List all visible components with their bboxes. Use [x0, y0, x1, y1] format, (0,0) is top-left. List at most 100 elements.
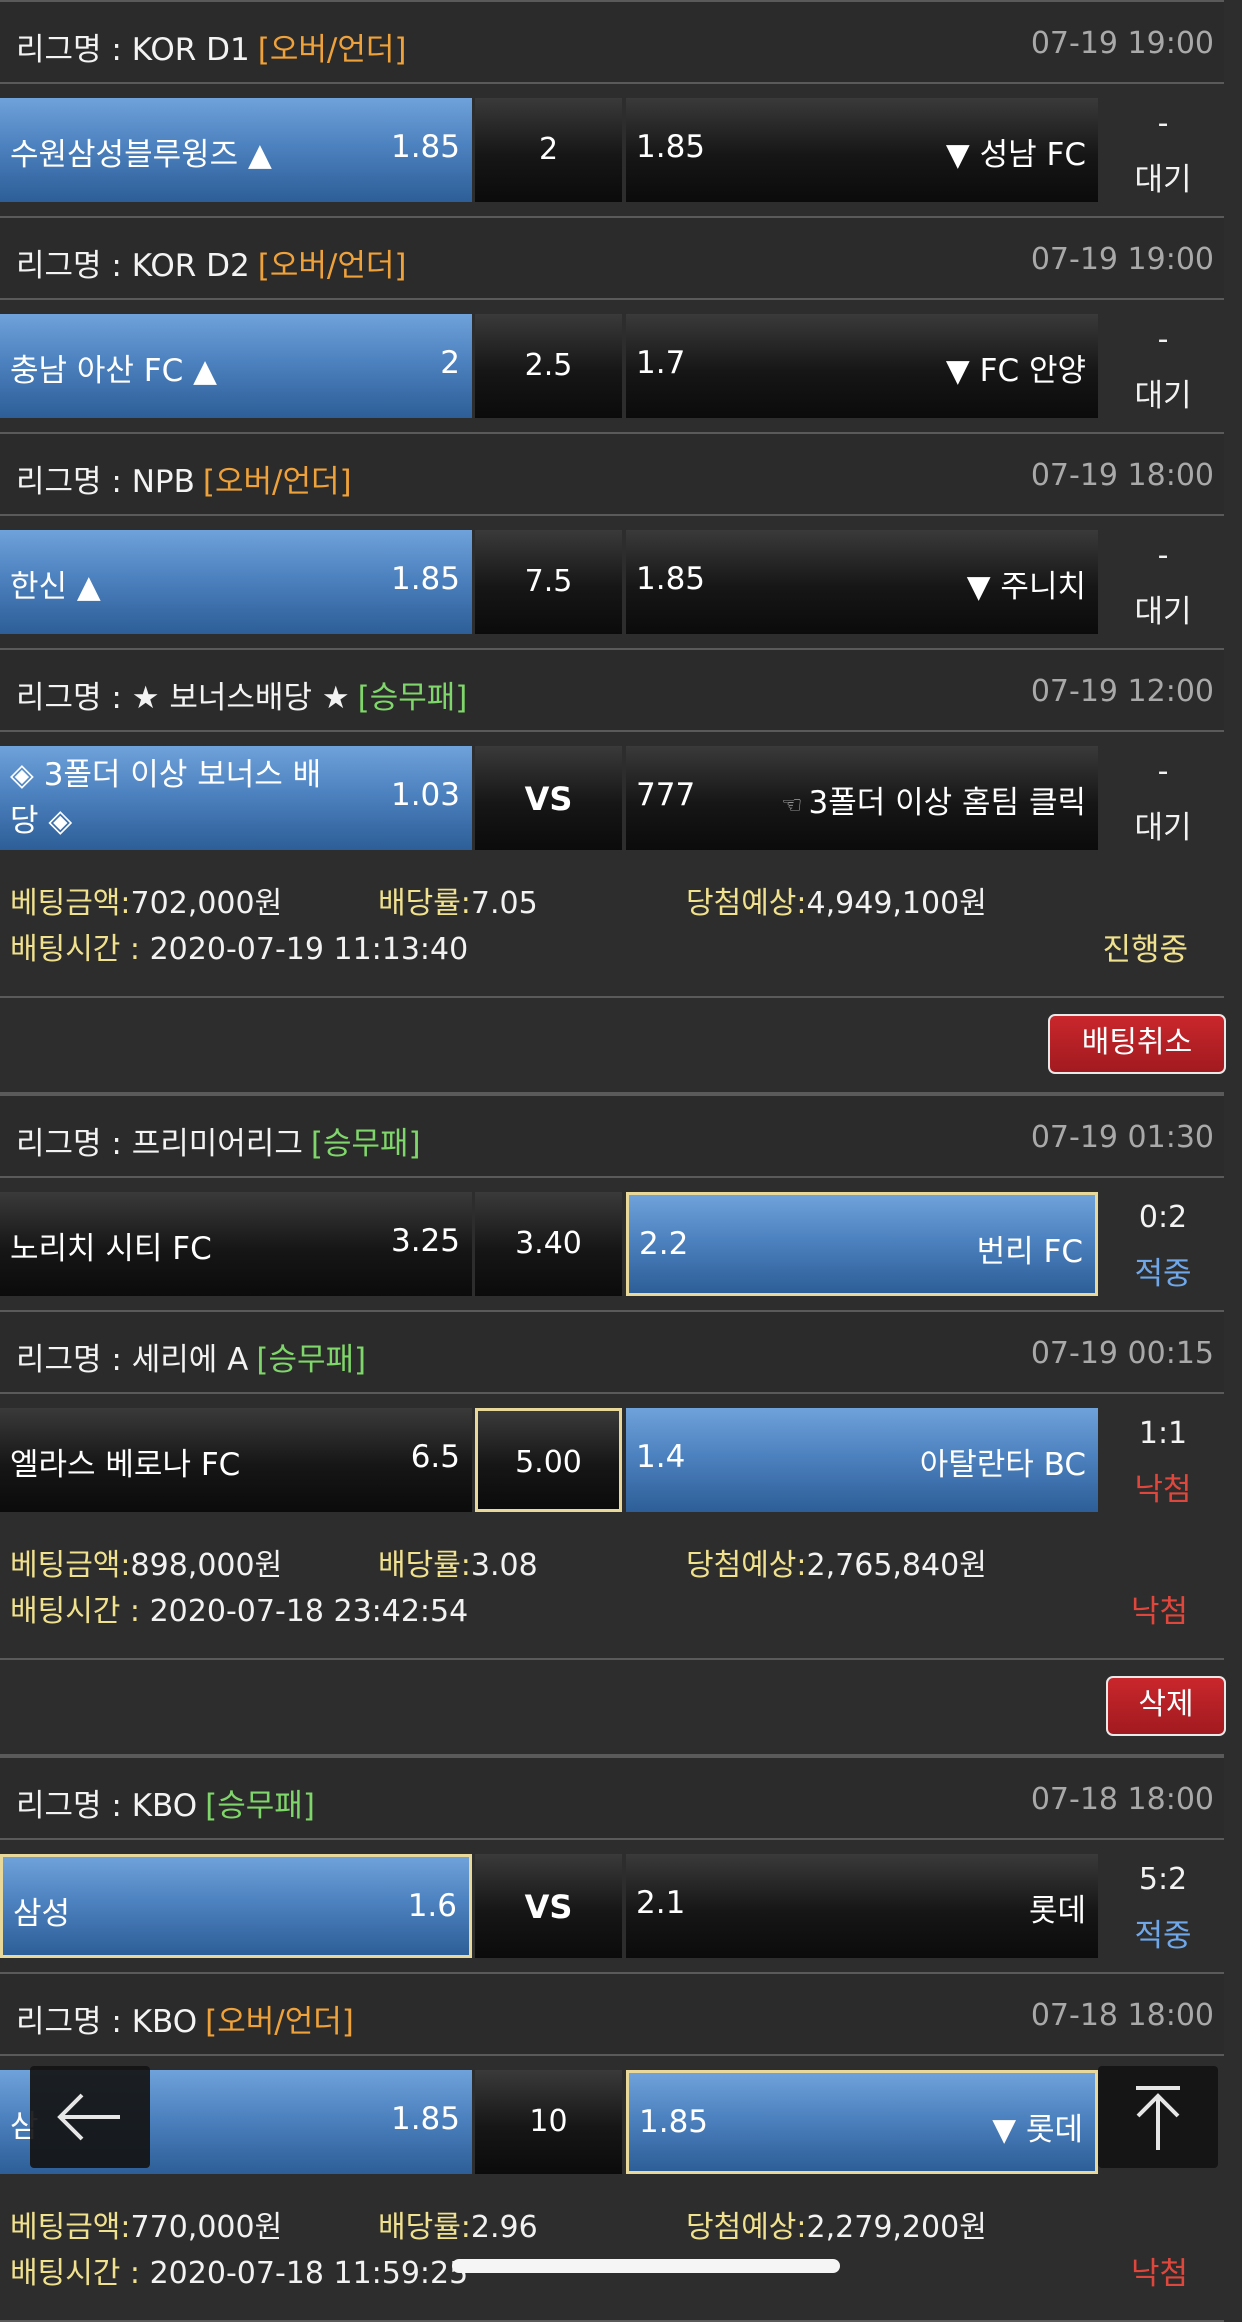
bet-type-tag: [오버/언더] — [257, 32, 407, 68]
league-prefix: 리그명 : — [16, 464, 132, 500]
home-odds: 1.85 — [390, 129, 460, 165]
league-header: 리그명 : KOR D2 [오버/언더] 07-19 19:00 — [0, 216, 1224, 300]
league-title: KOR D1 — [131, 32, 250, 68]
away-team-name: ▼ 롯데 — [992, 2112, 1083, 2148]
league-prefix: 리그명 : — [16, 1342, 132, 1378]
match-result: - 대기 — [1102, 314, 1224, 418]
home-team-name: 수원삼성블루윙즈 ▲ — [10, 137, 272, 173]
odds-rate-value: 7.05 — [470, 886, 538, 921]
match-time: 07-18 18:00 — [1030, 1782, 1214, 1817]
league-name: 리그명 : 세리에 A [승무패] — [16, 1334, 366, 1379]
away-odds-button[interactable]: 1.85 ▼ 성남 FC — [626, 98, 1098, 202]
bet-amount-value: 702,000원 — [130, 886, 283, 921]
league-name: 리그명 : KOR D1 [오버/언더] — [16, 24, 406, 69]
odds-rate-label: 배당률: — [378, 2210, 471, 2245]
delete-button[interactable]: 삭제 — [1106, 1676, 1226, 1736]
bet-type-tag: [오버/언더] — [205, 2004, 354, 2040]
scroll-top-button[interactable] — [1098, 2066, 1218, 2168]
expected-win-label: 당첨예상: — [686, 2210, 807, 2245]
match-row: 충남 아산 FC ▲ 2 2.5 1.7 ▼ FC 안양 - 대기 — [0, 314, 1224, 422]
away-odds-button[interactable]: 1.7 ▼ FC 안양 — [626, 314, 1098, 418]
league-header: 리그명 : ★ 보너스배당 ★ [승무패] 07-19 12:00 — [0, 648, 1224, 732]
home-odds: 6.5 — [410, 1439, 460, 1475]
home-odds: 2 — [440, 345, 460, 381]
bet-amount: 베팅금액:702,000원 — [10, 878, 282, 922]
arrow-up-to-top-icon — [1136, 2086, 1180, 2150]
middle-odds-button[interactable]: 2 — [475, 98, 622, 202]
middle-odds-button[interactable]: 5.00 — [475, 1408, 622, 1512]
bet-time-label: 배팅시간 : — [10, 1594, 141, 1629]
expected-win-value: 2,279,200원 — [806, 2210, 987, 2245]
match-result: 1:1 낙첨 — [1102, 1408, 1224, 1512]
home-team-name: 엘라스 베로나 FC — [10, 1447, 241, 1483]
cancel-bet-button[interactable]: 배팅취소 — [1048, 1014, 1226, 1074]
home-odds-button[interactable]: 한신 ▲ 1.85 — [0, 530, 472, 634]
match-time: 07-19 12:00 — [1030, 674, 1214, 709]
match-result: 0:2 적중 — [1102, 1192, 1224, 1296]
away-team-name: 롯데 — [1028, 1893, 1086, 1929]
middle-odds-button[interactable]: 2.5 — [475, 314, 622, 418]
odds-rate: 배당률:2.96 — [378, 2202, 538, 2246]
bet-time: 배팅시간 : 2020-07-19 11:13:40 — [10, 924, 468, 968]
bet-time-label: 배팅시간 : — [10, 932, 141, 967]
odds-rate-value: 2.96 — [470, 2210, 538, 2245]
league-prefix: 리그명 : — [16, 1126, 132, 1162]
home-odds-button[interactable]: 수원삼성블루윙즈 ▲ 1.85 — [0, 98, 472, 202]
vs-label: VS — [475, 1854, 622, 1958]
home-odds-button[interactable]: ◈ 3폴더 이상 보너스 배당 ◈ 1.03 — [0, 746, 472, 850]
away-odds: 777 — [636, 777, 696, 813]
bet-type-tag: [승무패] — [256, 1342, 367, 1378]
league-header: 리그명 : 세리에 A [승무패] 07-19 00:15 — [0, 1310, 1224, 1394]
arrow-left-icon — [57, 2093, 120, 2141]
away-odds-button[interactable]: 2.2 번리 FC — [626, 1192, 1098, 1296]
middle-value: 5.00 — [515, 1445, 582, 1480]
expected-win: 당첨예상:2,765,840원 — [686, 1540, 987, 1584]
bet-type-tag: [승무패] — [205, 1788, 315, 1824]
home-team-name: 한신 ▲ — [10, 569, 101, 605]
result-score: 5:2 — [1138, 1862, 1188, 1897]
bet-action-bar: 배팅취소 — [0, 998, 1226, 1094]
league-name: 리그명 : KBO [오버/언더] — [16, 1996, 354, 2041]
away-team-name: 아탈란타 BC — [919, 1447, 1086, 1483]
bet-amount-value: 770,000원 — [130, 2210, 283, 2245]
home-odds-button[interactable]: 삼성 1.6 — [0, 1854, 472, 1958]
away-odds-button[interactable]: 1.85 ▼ 주니치 — [626, 530, 1098, 634]
middle-odds-button[interactable]: 3.40 — [475, 1192, 622, 1296]
home-odds: 1.6 — [407, 1888, 457, 1924]
expected-win-label: 당첨예상: — [686, 886, 807, 921]
home-team-name: 삼성 — [13, 1896, 71, 1932]
middle-odds-button[interactable]: 7.5 — [475, 530, 622, 634]
expected-win-value: 2,765,840원 — [806, 1548, 987, 1583]
bet-type-tag: [승무패] — [310, 1126, 421, 1162]
bet-time-value: 2020-07-18 11:59:25 — [149, 2256, 469, 2291]
expected-win-value: 4,949,100원 — [806, 886, 987, 921]
result-status: 대기 — [1134, 594, 1192, 630]
bet-time-value: 2020-07-19 11:13:40 — [149, 932, 469, 967]
match-row: ◈ 3폴더 이상 보너스 배당 ◈ 1.03 VS 777 ☜ 3폴더 이상 홈팀 클릭 -… — [0, 746, 1224, 854]
league-title: KBO — [131, 2004, 198, 2040]
bet-amount-label: 베팅금액: — [10, 1548, 131, 1583]
middle-odds-button[interactable]: 10 — [475, 2070, 622, 2174]
league-prefix: 리그명 : — [16, 2004, 132, 2040]
away-odds-button[interactable]: 777 ☜ 3폴더 이상 홈팀 클릭 — [626, 746, 1098, 850]
odds-rate: 배당률:3.08 — [378, 1540, 538, 1584]
bet-time-label: 배팅시간 : — [10, 2256, 141, 2291]
back-button[interactable] — [30, 2066, 150, 2168]
home-odds: 1.85 — [390, 2101, 460, 2137]
bet-amount-label: 베팅금액: — [10, 886, 131, 921]
home-odds-button[interactable]: 노리치 시티 FC 3.25 — [0, 1192, 472, 1296]
league-prefix: 리그명 : — [16, 248, 132, 284]
home-odds-button[interactable]: 엘라스 베로나 FC 6.5 — [0, 1408, 472, 1512]
away-team-name: 번리 FC — [976, 1234, 1083, 1270]
away-team-label: 3폴더 이상 홈팀 클릭 — [808, 785, 1086, 821]
away-odds-button[interactable]: 1.4 아탈란타 BC — [626, 1408, 1098, 1512]
away-odds-button[interactable]: 1.85 ▼ 롯데 — [626, 2070, 1098, 2174]
home-odds-button[interactable]: 충남 아산 FC ▲ 2 — [0, 314, 472, 418]
away-odds: 2.2 — [639, 1226, 689, 1262]
league-title: KBO — [131, 1788, 198, 1824]
result-status: 대기 — [1134, 162, 1192, 198]
away-odds-button[interactable]: 2.1 롯데 — [626, 1854, 1098, 1958]
odds-rate-label: 배당률: — [378, 1548, 471, 1583]
bet-type-tag: [승무패] — [357, 680, 468, 716]
middle-value: 2.5 — [524, 348, 573, 383]
